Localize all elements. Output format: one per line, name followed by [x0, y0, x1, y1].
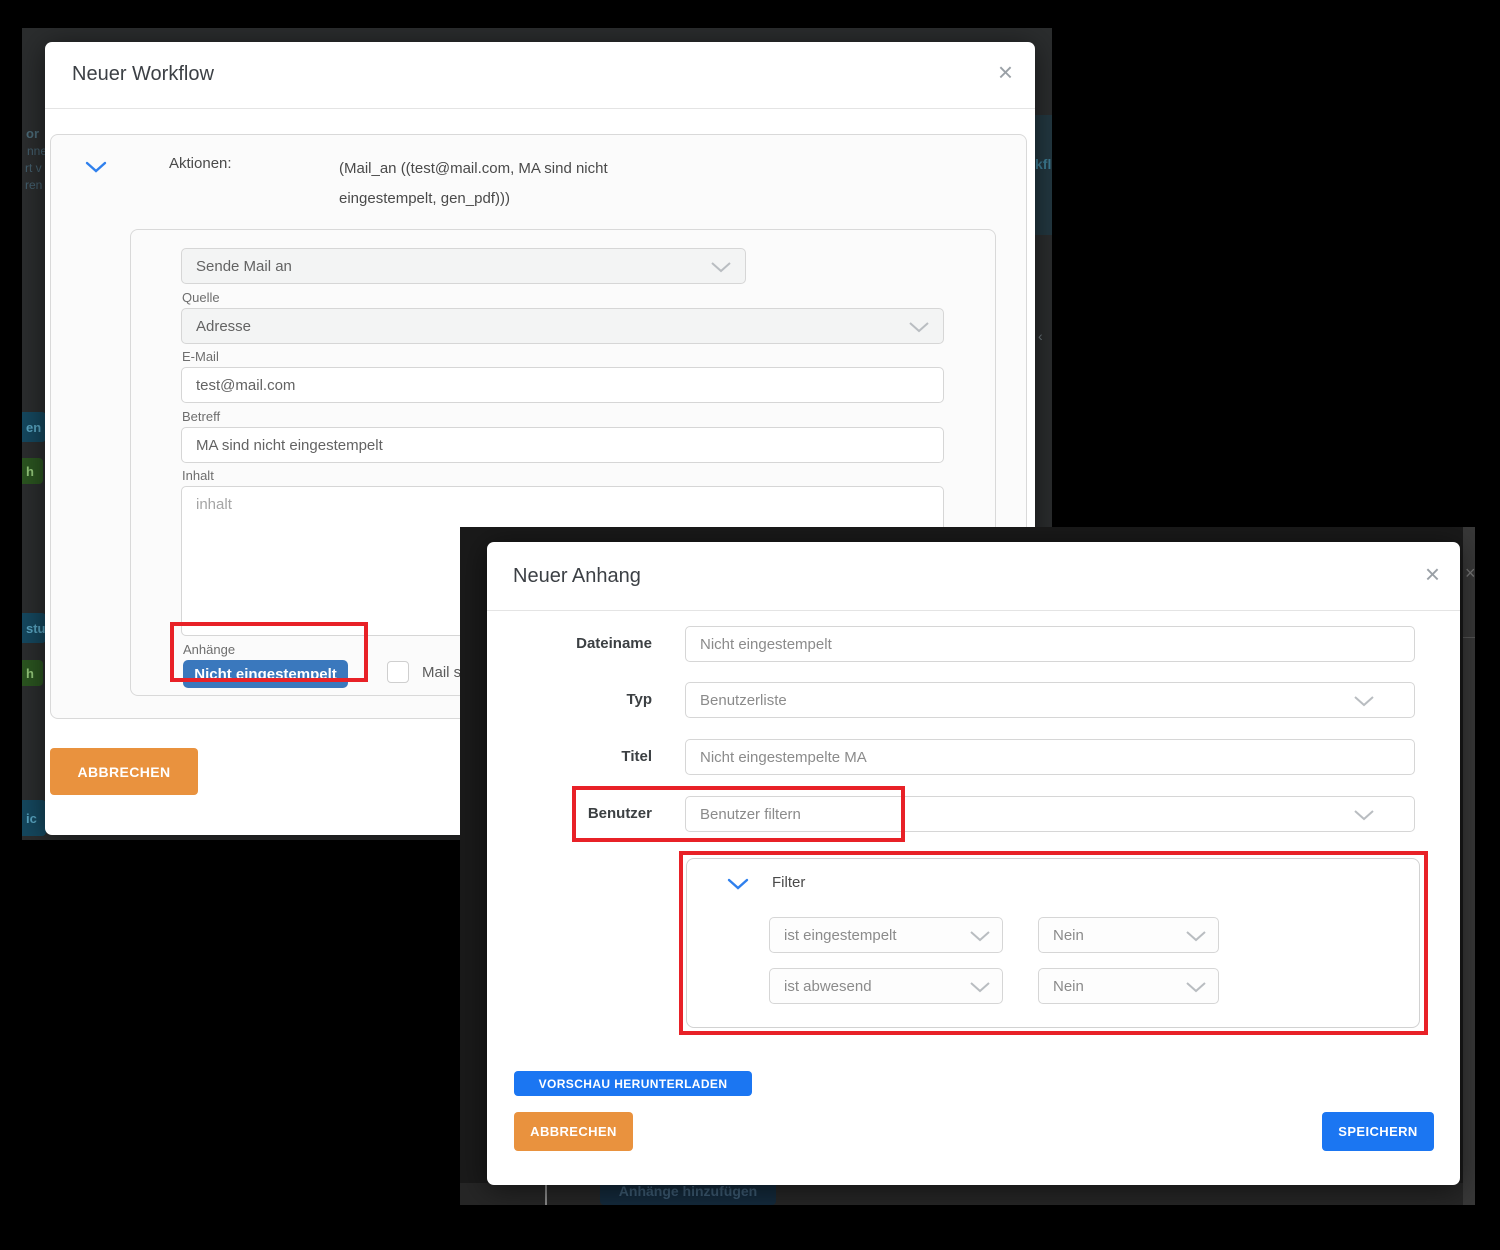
- chevron-down-icon: [1353, 809, 1375, 821]
- email-field[interactable]: [181, 367, 944, 403]
- bg-text-fragment: or: [26, 126, 39, 141]
- bg-badge: ic: [22, 800, 46, 836]
- bg-right-strip: [1463, 527, 1475, 1205]
- highlight-benutzer-filter: [572, 786, 905, 842]
- divider: [45, 108, 1035, 109]
- betreff-label: Betreff: [182, 409, 220, 424]
- typ-dropdown-value: Benutzerliste: [685, 682, 1415, 718]
- mail-checkbox[interactable]: [387, 661, 409, 683]
- send-mail-dropdown-value: Sende Mail an: [181, 248, 746, 284]
- bg-divider: [1463, 637, 1475, 638]
- close-icon[interactable]: ×: [1425, 564, 1440, 584]
- bg-line: [545, 1185, 547, 1205]
- quelle-label: Quelle: [182, 290, 220, 305]
- titel-field[interactable]: [685, 739, 1415, 775]
- quelle-dropdown-value: Adresse: [181, 308, 944, 344]
- chevron-down-icon: [710, 261, 732, 273]
- highlight-attachment-chip: [170, 622, 368, 682]
- chevron-down-icon: [908, 321, 930, 333]
- back-chevron-icon: ‹: [1038, 328, 1043, 344]
- modal-title: Neuer Anhang: [513, 565, 641, 588]
- highlight-filter-box: [679, 851, 1428, 1035]
- bg-badge: stu: [22, 613, 46, 643]
- email-label: E-Mail: [182, 349, 219, 364]
- bg-close-icon: ×: [1465, 563, 1475, 584]
- chevron-down-icon[interactable]: [85, 161, 107, 173]
- actions-label: Aktionen:: [169, 155, 232, 172]
- actions-expression: (Mail_an ((test@mail.com, MA sind nicht …: [339, 154, 659, 214]
- betreff-field[interactable]: [181, 427, 944, 463]
- attachment-modal: Neuer Anhang × Dateiname Typ Benutzerlis…: [487, 542, 1460, 1185]
- preview-download-button[interactable]: VORSCHAU HERUNTERLADEN: [514, 1071, 752, 1096]
- dateiname-field[interactable]: [685, 626, 1415, 662]
- screenshot-canvas: or nne rt v ren en h stu h ic kfl ‹ Neue…: [0, 0, 1500, 1250]
- close-icon[interactable]: ×: [998, 62, 1013, 82]
- modal-title: Neuer Workflow: [72, 63, 214, 86]
- typ-label: Typ: [542, 691, 652, 708]
- save-button[interactable]: SPEICHERN: [1322, 1112, 1434, 1151]
- divider: [487, 610, 1460, 611]
- inhalt-label: Inhalt: [182, 468, 214, 483]
- bg-right-block: [1033, 115, 1052, 235]
- bg-badge: en: [22, 412, 46, 442]
- titel-label: Titel: [542, 748, 652, 765]
- attachment-app-region: × Anhänge hinzufügen Neuer Anhang × Date…: [460, 527, 1475, 1205]
- bg-text-fragment: kfl: [1035, 156, 1051, 172]
- chevron-down-icon: [1353, 695, 1375, 707]
- bg-text-fragment: rt v: [25, 161, 42, 175]
- cancel-button[interactable]: ABBRECHEN: [50, 748, 198, 795]
- cancel-button[interactable]: ABBRECHEN: [514, 1112, 633, 1151]
- bg-badge: h: [22, 458, 43, 484]
- bg-badge: h: [22, 660, 43, 686]
- dateiname-label: Dateiname: [542, 635, 652, 652]
- bg-text-fragment: ren: [25, 178, 42, 192]
